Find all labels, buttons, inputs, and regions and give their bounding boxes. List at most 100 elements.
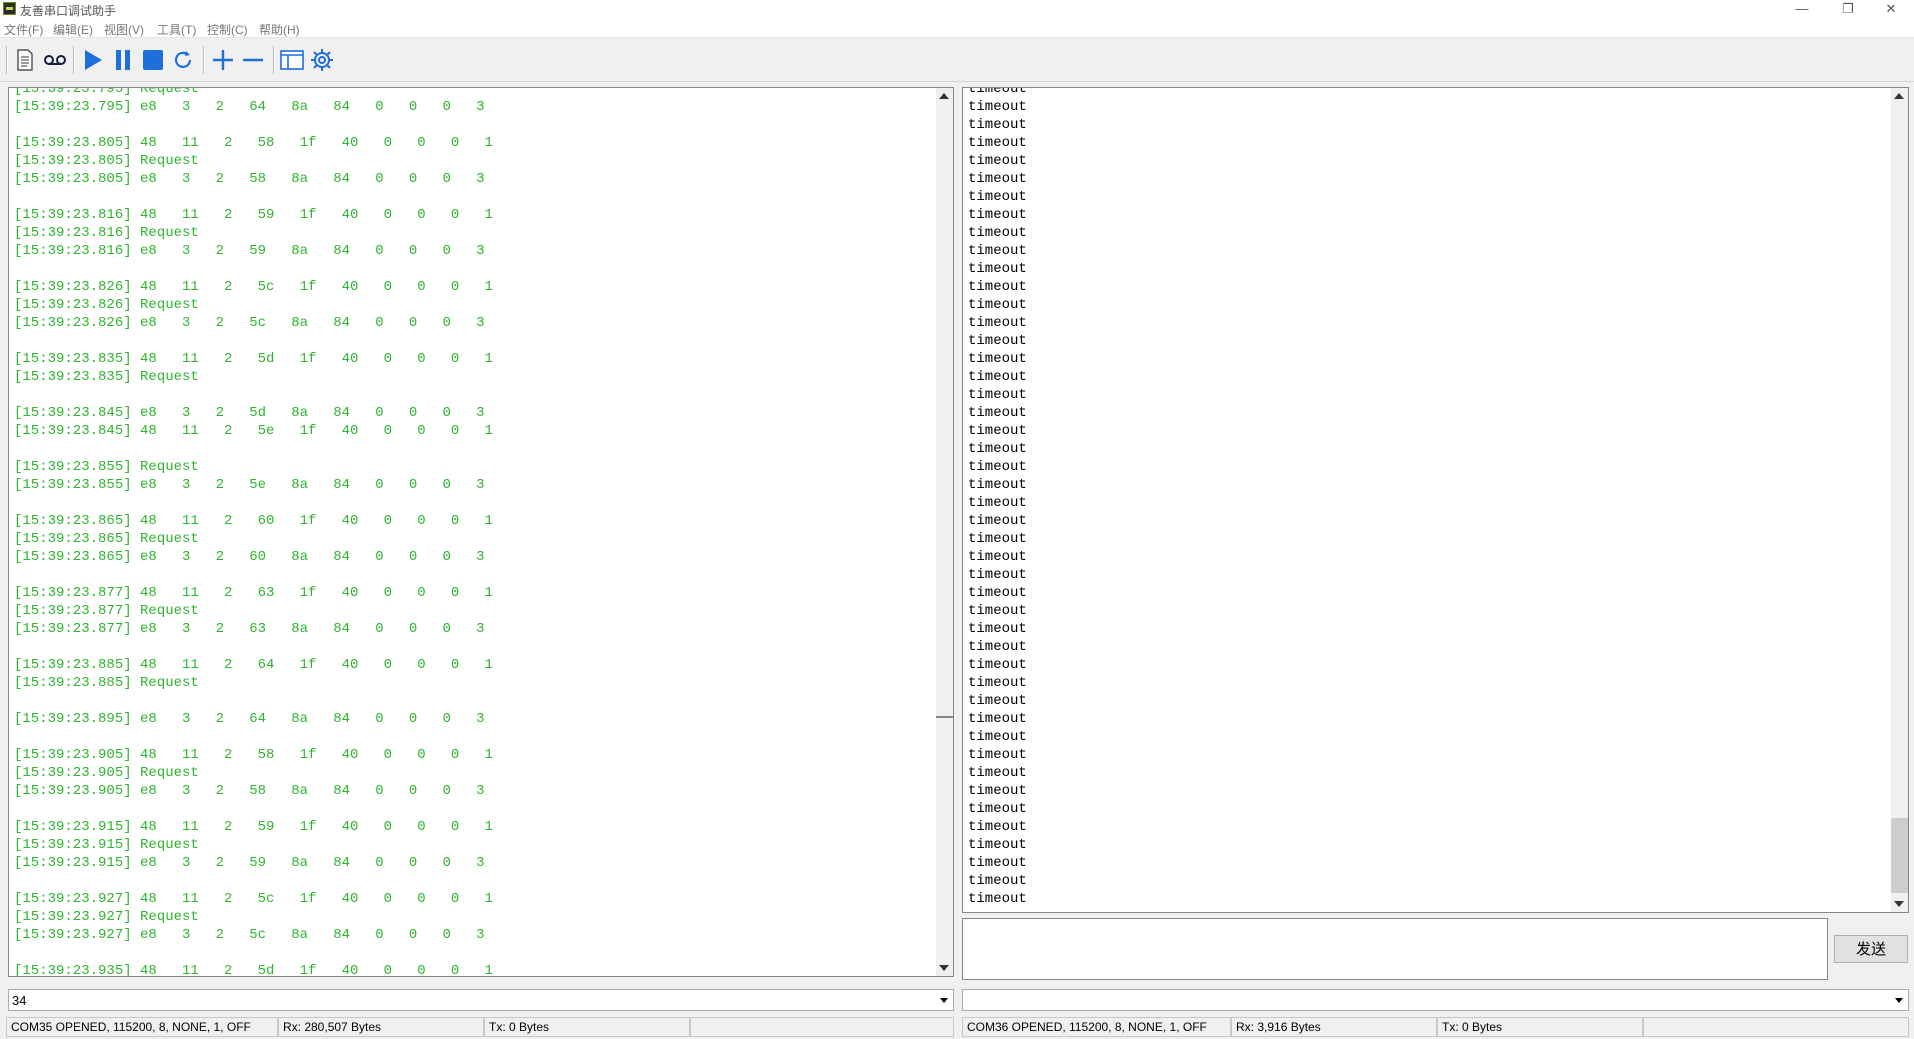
restore-button[interactable]: ❐ [1825, 0, 1871, 19]
left-receive-log[interactable]: [15:39:23.795] Request [15:39:23.795] e8 … [8, 87, 954, 977]
window-title: 友善串口调试助手 [20, 4, 117, 18]
log-line: timeout [968, 225, 1027, 241]
log-line: [15:39:23.805] Request [14, 153, 199, 169]
right-command-combo[interactable] [962, 989, 1909, 1011]
log-line: timeout [968, 279, 1027, 295]
log-line: timeout [968, 603, 1027, 619]
log-line: timeout [968, 315, 1027, 331]
toolbar-separator [73, 46, 75, 74]
plus-icon[interactable] [209, 46, 237, 74]
menu-edit[interactable]: 编辑(E) [53, 21, 93, 38]
refresh-icon[interactable] [169, 46, 197, 74]
log-line: timeout [968, 837, 1027, 853]
scroll-thumb[interactable] [936, 716, 953, 718]
menu-file[interactable]: 文件(F) [4, 21, 43, 38]
settings-gear-icon[interactable] [308, 46, 336, 74]
send-button[interactable]: 发送 [1834, 935, 1908, 963]
scroll-down-arrow-icon[interactable] [1894, 901, 1904, 907]
left-log-lines: [15:39:23.795] Request [15:39:23.795] e8 … [14, 88, 493, 977]
log-line: timeout [968, 819, 1027, 835]
pause-icon[interactable] [109, 46, 137, 74]
log-line: [15:39:23.855] Request [14, 459, 199, 475]
left-log-scrollbar[interactable] [936, 88, 953, 976]
right-receive-log[interactable]: timeout timeout timeout timeout timeout timeo… [962, 87, 1909, 913]
log-line: timeout [968, 261, 1027, 277]
play-icon[interactable] [79, 46, 107, 74]
log-line: [15:39:23.915] Request [14, 837, 199, 853]
left-command-combo[interactable]: 34 [8, 989, 954, 1011]
log-line: [15:39:23.935] 48 11 2 5d 1f 40 0 0 0 1 [14, 963, 493, 977]
log-line: [15:39:23.927] e8 3 2 5c 8a 84 0 0 0 3 [14, 927, 485, 943]
menu-bar: 文件(F) 编辑(E) 视图(V) 工具(T) 控制(C) 帮助(H) [0, 19, 1914, 38]
title-bar: 友善串口调试助手 — ❐ ✕ [0, 0, 1914, 19]
right-log-lines: timeout timeout timeout timeout timeout timeo… [968, 87, 1027, 908]
menu-control[interactable]: 控制(C) [207, 21, 248, 38]
log-line: timeout [968, 87, 1027, 97]
menu-view[interactable]: 视图(V) [104, 21, 144, 38]
log-line: timeout [968, 693, 1027, 709]
close-button[interactable]: ✕ [1868, 0, 1914, 19]
minus-icon[interactable] [239, 46, 267, 74]
log-line: timeout [968, 117, 1027, 133]
log-line: [15:39:23.826] 48 11 2 5c 1f 40 0 0 0 1 [14, 279, 493, 295]
log-line: [15:39:23.795] e8 3 2 64 8a 84 0 0 0 3 [14, 99, 485, 115]
loop-icon[interactable] [41, 46, 69, 74]
log-line: timeout [968, 729, 1027, 745]
log-line: timeout [968, 585, 1027, 601]
log-line: [15:39:23.905] 48 11 2 58 1f 40 0 0 0 1 [14, 747, 493, 763]
log-line: [15:39:23.826] Request [14, 297, 199, 313]
right-log-scrollbar[interactable] [1891, 88, 1908, 912]
scroll-up-arrow-icon[interactable] [939, 93, 949, 99]
toolbar [0, 38, 1914, 82]
menu-help[interactable]: 帮助(H) [259, 21, 300, 38]
log-line: [15:39:23.805] 48 11 2 58 1f 40 0 0 0 1 [14, 135, 493, 151]
log-line: timeout [968, 711, 1027, 727]
window-icon[interactable] [278, 46, 306, 74]
log-line: [15:39:23.865] Request [14, 531, 199, 547]
log-line: [15:39:23.805] e8 3 2 58 8a 84 0 0 0 3 [14, 171, 485, 187]
scroll-thumb[interactable] [1891, 818, 1908, 893]
log-line: timeout [968, 891, 1027, 907]
chevron-down-icon[interactable] [1891, 990, 1908, 1010]
chevron-down-icon[interactable] [936, 990, 953, 1010]
minimize-button[interactable]: — [1779, 0, 1825, 19]
log-line: timeout [968, 459, 1027, 475]
log-line: timeout [968, 549, 1027, 565]
log-line: [15:39:23.835] 48 11 2 5d 1f 40 0 0 0 1 [14, 351, 493, 367]
log-line: [15:39:23.927] Request [14, 909, 199, 925]
app-icon [3, 2, 16, 15]
menu-tools[interactable]: 工具(T) [157, 21, 196, 38]
log-line: timeout [968, 531, 1027, 547]
right-tx-count: Tx: 0 Bytes [1437, 1017, 1643, 1037]
status-spacer [1643, 1017, 1909, 1037]
scroll-up-arrow-icon[interactable] [1894, 93, 1904, 99]
log-line: [15:39:23.915] 48 11 2 59 1f 40 0 0 0 1 [14, 819, 493, 835]
log-line: timeout [968, 423, 1027, 439]
stop-icon[interactable] [139, 46, 167, 74]
new-file-icon[interactable] [11, 46, 39, 74]
toolbar-separator [273, 46, 275, 74]
log-line: timeout [968, 333, 1027, 349]
log-line: timeout [968, 477, 1027, 493]
scroll-down-arrow-icon[interactable] [939, 965, 949, 971]
log-line: timeout [968, 567, 1027, 583]
log-line: [15:39:23.905] Request [14, 765, 199, 781]
log-line: [15:39:23.877] Request [14, 603, 199, 619]
left-tx-count: Tx: 0 Bytes [484, 1017, 690, 1037]
left-rx-count: Rx: 280,507 Bytes [278, 1017, 484, 1037]
log-line: [15:39:23.845] 48 11 2 5e 1f 40 0 0 0 1 [14, 423, 493, 439]
log-line: [15:39:23.927] 48 11 2 5c 1f 40 0 0 0 1 [14, 891, 493, 907]
log-line: [15:39:23.816] Request [14, 225, 199, 241]
send-text-input[interactable] [962, 918, 1828, 980]
log-line: timeout [968, 135, 1027, 151]
